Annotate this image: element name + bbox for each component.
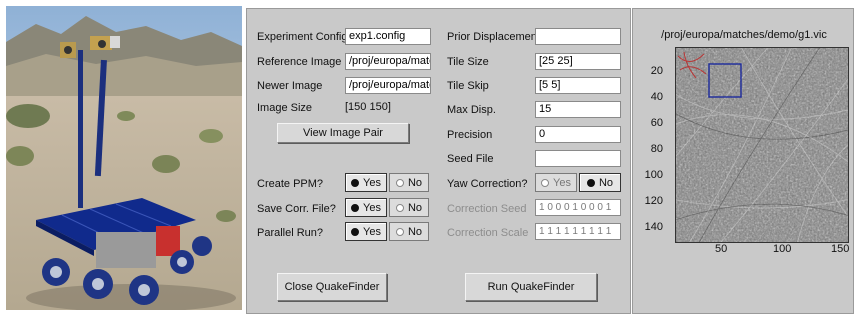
tile-size-input[interactable]: [25 25] bbox=[535, 53, 621, 70]
experiment-config-input[interactable]: exp1.config bbox=[345, 28, 431, 45]
y-tick-120: 120 bbox=[644, 195, 663, 207]
y-tick-140: 140 bbox=[644, 221, 663, 233]
parallel-run-no-label: No bbox=[407, 225, 423, 238]
seed-file-input[interactable] bbox=[535, 150, 621, 167]
parallel-run-yes-label: Yes bbox=[363, 225, 381, 238]
save-corr-yes-toggle[interactable]: Yes bbox=[345, 198, 387, 217]
save-corr-no-toggle[interactable]: No bbox=[389, 198, 429, 217]
radio-icon bbox=[395, 203, 404, 212]
save-corr-no-label: No bbox=[407, 201, 423, 214]
y-tick-20: 20 bbox=[650, 65, 663, 77]
tile-size-label: Tile Size bbox=[447, 56, 489, 68]
x-tick-50: 50 bbox=[715, 243, 728, 255]
save-corr-yes-label: Yes bbox=[363, 201, 381, 214]
close-quakefinder-button[interactable]: Close QuakeFinder bbox=[277, 273, 387, 301]
precision-input[interactable]: 0 bbox=[535, 126, 621, 143]
y-tick-100: 100 bbox=[644, 169, 663, 181]
prior-displacement-input[interactable] bbox=[535, 28, 621, 45]
create-ppm-yes-label: Yes bbox=[363, 176, 381, 189]
create-ppm-yes-toggle[interactable]: Yes bbox=[345, 173, 387, 192]
radio-icon bbox=[395, 178, 404, 187]
correction-scale-input[interactable]: 1 1 1 1 1 1 1 1 1 bbox=[535, 223, 621, 240]
tile-skip-label: Tile Skip bbox=[447, 80, 489, 92]
parallel-run-no-toggle[interactable]: No bbox=[389, 222, 429, 241]
image-title: /proj/europa/matches/demo/g1.vic bbox=[661, 29, 827, 41]
newer-image-input[interactable]: /proj/europa/matct bbox=[345, 77, 431, 94]
radio-icon bbox=[351, 178, 360, 187]
rover-photo bbox=[6, 6, 242, 310]
y-tick-40: 40 bbox=[650, 91, 663, 103]
yaw-correction-no-label: No bbox=[598, 176, 614, 189]
run-quakefinder-button[interactable]: Run QuakeFinder bbox=[465, 273, 597, 301]
view-image-pair-button[interactable]: View Image Pair bbox=[277, 123, 409, 143]
correction-seed-label: Correction Seed bbox=[447, 203, 527, 215]
parallel-run-yes-toggle[interactable]: Yes bbox=[345, 222, 387, 241]
yaw-correction-yes-toggle[interactable]: Yes bbox=[535, 173, 577, 192]
yaw-correction-label: Yaw Correction? bbox=[447, 178, 528, 190]
y-tick-80: 80 bbox=[650, 143, 663, 155]
create-ppm-no-label: No bbox=[407, 176, 423, 189]
tile-skip-input[interactable]: [5 5] bbox=[535, 77, 621, 94]
prior-displacement-label: Prior Displacement bbox=[447, 31, 540, 43]
max-disp-input[interactable]: 15 bbox=[535, 101, 621, 118]
parallel-run-label: Parallel Run? bbox=[257, 227, 324, 239]
yaw-correction-no-toggle[interactable]: No bbox=[579, 173, 621, 192]
newer-image-label: Newer Image bbox=[257, 80, 323, 92]
correction-seed-input[interactable]: 1 0 0 0 1 0 0 0 1 bbox=[535, 199, 621, 216]
x-tick-150: 150 bbox=[831, 243, 850, 255]
create-ppm-no-toggle[interactable]: No bbox=[389, 173, 429, 192]
create-ppm-label: Create PPM? bbox=[257, 178, 324, 190]
radio-icon bbox=[541, 178, 550, 187]
y-tick-60: 60 bbox=[650, 117, 663, 129]
radio-icon bbox=[351, 227, 360, 236]
image-viewer: /proj/europa/matches/demo/g1.vic 20 40 6… bbox=[632, 8, 854, 314]
max-disp-label: Max Disp. bbox=[447, 104, 496, 116]
precision-label: Precision bbox=[447, 129, 493, 141]
radio-icon bbox=[395, 227, 404, 236]
x-tick-100: 100 bbox=[773, 243, 792, 255]
experiment-config-label: Experiment Config bbox=[257, 31, 348, 43]
reference-image-label: Reference Image bbox=[257, 56, 342, 68]
image-size-label: Image Size bbox=[257, 102, 313, 114]
seed-file-label: Seed File bbox=[447, 153, 494, 165]
radio-icon bbox=[351, 203, 360, 212]
correction-scale-label: Correction Scale bbox=[447, 227, 529, 239]
reference-image-input[interactable]: /proj/europa/matct bbox=[345, 53, 431, 70]
image-size-value: [150 150] bbox=[345, 101, 391, 113]
yaw-correction-yes-label: Yes bbox=[553, 176, 571, 189]
image-plot[interactable] bbox=[675, 47, 849, 243]
save-corr-label: Save Corr. File? bbox=[257, 203, 336, 215]
radio-icon bbox=[586, 178, 595, 187]
quakefinder-panel: Experiment Config exp1.config Reference … bbox=[246, 8, 631, 314]
